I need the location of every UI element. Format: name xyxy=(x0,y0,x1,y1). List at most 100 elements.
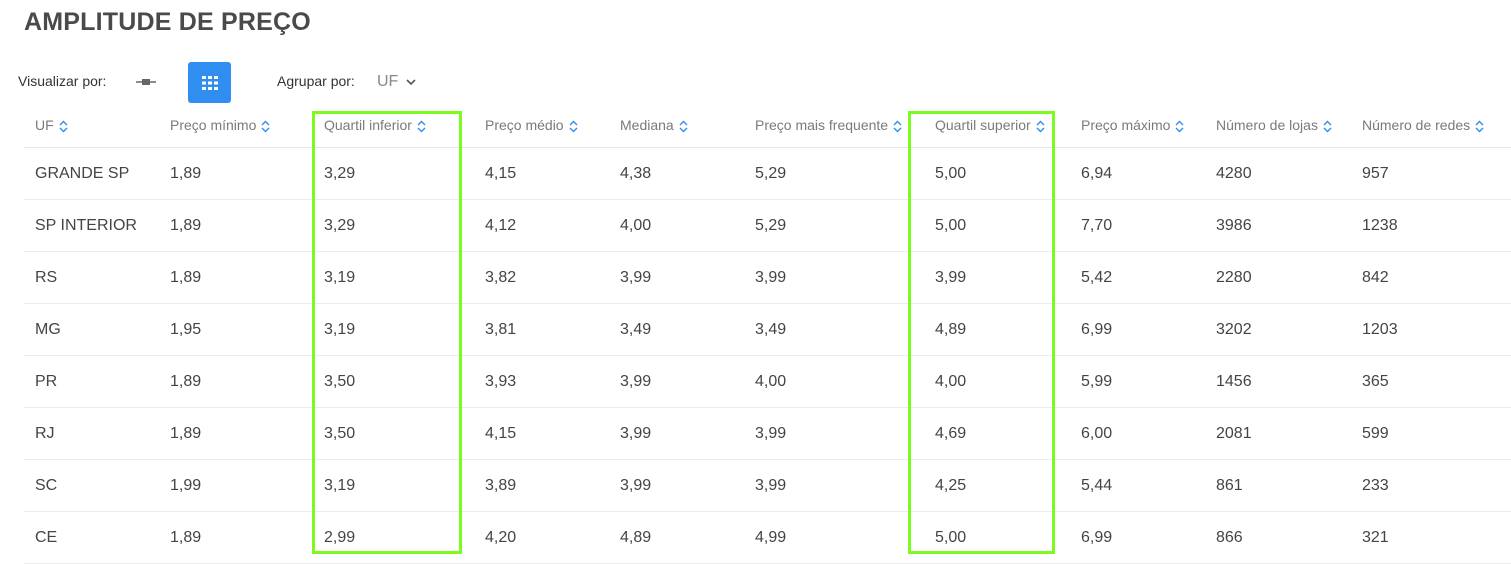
table-row: GRANDE SP 1,89 3,29 4,15 4,38 5,29 5,00 6,94 428… xyxy=(24,147,1511,200)
table-cell: 3,99 xyxy=(744,251,924,304)
sort-icon[interactable] xyxy=(1036,120,1045,133)
table-cell: 4,20 xyxy=(474,511,609,564)
group-by-select[interactable]: UF xyxy=(377,71,416,93)
grid-view-icon xyxy=(201,75,218,90)
column-header[interactable]: Preço médio xyxy=(474,103,609,148)
table-cell: 4,15 xyxy=(474,407,609,460)
table-cell: 4,15 xyxy=(474,147,609,200)
table-cell: 842 xyxy=(1351,251,1511,304)
table-cell: 1,89 xyxy=(159,511,313,564)
table-cell: 861 xyxy=(1205,459,1351,512)
sort-icon[interactable] xyxy=(1475,120,1484,133)
table-cell: 3,29 xyxy=(313,147,474,200)
table-cell: 7,70 xyxy=(1070,199,1205,252)
table-cell: 1,99 xyxy=(159,459,313,512)
column-header[interactable]: Mediana xyxy=(609,103,744,148)
table-cell: 4,12 xyxy=(474,199,609,252)
table-row: SC 1,99 3,19 3,89 3,99 3,99 4,25 5,44 861 233 xyxy=(24,459,1511,512)
table-cell: 3,93 xyxy=(474,355,609,408)
table-row: RS 1,89 3,19 3,82 3,99 3,99 3,99 5,42 2280 842 xyxy=(24,251,1511,304)
group-by-label: Agrupar por: xyxy=(277,73,355,89)
sort-icon[interactable] xyxy=(679,120,688,133)
table-cell: 3,50 xyxy=(313,355,474,408)
table-cell: 599 xyxy=(1351,407,1511,460)
table-cell: 5,00 xyxy=(924,147,1070,200)
column-header-label: Quartil inferior xyxy=(324,117,412,133)
table-row: MG 1,95 3,19 3,81 3,49 3,49 4,89 6,99 3202 1203 xyxy=(24,303,1511,356)
table-row: CE 1,89 2,99 4,20 4,89 4,99 5,00 6,99 866 321 xyxy=(24,511,1511,564)
table-cell: 3,99 xyxy=(609,459,744,512)
sort-icon[interactable] xyxy=(261,120,270,133)
table-cell: RS xyxy=(24,251,159,304)
chart-view-button[interactable] xyxy=(132,70,160,94)
table-cell: 2,99 xyxy=(313,511,474,564)
column-header[interactable]: Número de redes xyxy=(1351,103,1511,148)
sort-icon[interactable] xyxy=(1323,120,1332,133)
column-header-label: Preço médio xyxy=(485,117,564,133)
sort-icon[interactable] xyxy=(417,120,426,133)
column-header[interactable]: Preço máximo xyxy=(1070,103,1205,148)
table-cell: 4,00 xyxy=(609,199,744,252)
table-cell: 4,00 xyxy=(924,355,1070,408)
column-header[interactable]: Quartil inferior xyxy=(313,103,474,148)
table-body: GRANDE SP 1,89 3,29 4,15 4,38 5,29 5,00 6,94 428… xyxy=(24,147,1511,564)
table-cell: 6,00 xyxy=(1070,407,1205,460)
table-header-row: UF Preço mínimo Quartil inferior Preço médi… xyxy=(24,103,1511,148)
column-header[interactable]: Quartil superior xyxy=(924,103,1070,148)
table-cell: 6,99 xyxy=(1070,303,1205,356)
sort-icon[interactable] xyxy=(569,120,578,133)
table-cell: 365 xyxy=(1351,355,1511,408)
table-cell: 4,89 xyxy=(609,511,744,564)
table-cell: 4,89 xyxy=(924,303,1070,356)
column-header-label: Preço máximo xyxy=(1081,117,1171,133)
table-cell: 957 xyxy=(1351,147,1511,200)
table-cell: 2081 xyxy=(1205,407,1351,460)
table-cell: SP INTERIOR xyxy=(24,199,159,252)
table-row: SP INTERIOR 1,89 3,29 4,12 4,00 5,29 5,00 7,70 3… xyxy=(24,199,1511,252)
table-cell: 1,89 xyxy=(159,407,313,460)
table-cell: 866 xyxy=(1205,511,1351,564)
table-cell: 1456 xyxy=(1205,355,1351,408)
table-cell: 1,95 xyxy=(159,303,313,356)
table-cell: 3,49 xyxy=(609,303,744,356)
table-cell: 3,29 xyxy=(313,199,474,252)
table-cell: MG xyxy=(24,303,159,356)
table-row: RJ 1,89 3,50 4,15 3,99 3,99 4,69 6,00 2081 599 xyxy=(24,407,1511,460)
table-cell: 4,38 xyxy=(609,147,744,200)
sort-icon[interactable] xyxy=(1175,120,1184,133)
table-cell: CE xyxy=(24,511,159,564)
table-cell: 3,99 xyxy=(744,459,924,512)
page-title: AMPLITUDE DE PREÇO xyxy=(24,8,311,36)
table-cell: SC xyxy=(24,459,159,512)
table-cell: RJ xyxy=(24,407,159,460)
table-cell: 5,29 xyxy=(744,199,924,252)
column-header[interactable]: UF xyxy=(24,103,159,148)
column-header[interactable]: Preço mais frequente xyxy=(744,103,924,148)
grid-view-button[interactable] xyxy=(188,62,231,103)
group-by-value: UF xyxy=(377,73,399,90)
column-header-label: Número de redes xyxy=(1362,117,1471,133)
table-cell: 3,81 xyxy=(474,303,609,356)
table-cell: 233 xyxy=(1351,459,1511,512)
column-header[interactable]: Preço mínimo xyxy=(159,103,313,148)
table-cell: 1,89 xyxy=(159,355,313,408)
table-cell: 3,50 xyxy=(313,407,474,460)
chart-view-icon xyxy=(136,79,156,85)
table-cell: 3,19 xyxy=(313,459,474,512)
column-header-label: Mediana xyxy=(620,117,674,133)
table-cell: GRANDE SP xyxy=(24,147,159,200)
table-cell: 1238 xyxy=(1351,199,1511,252)
table-cell: 4,69 xyxy=(924,407,1070,460)
sort-icon[interactable] xyxy=(59,120,68,133)
column-header-label: Preço mais frequente xyxy=(755,117,889,133)
table-cell: 3,49 xyxy=(744,303,924,356)
view-by-label: Visualizar por: xyxy=(18,73,107,89)
sort-icon[interactable] xyxy=(893,120,902,133)
column-header[interactable]: Número de lojas xyxy=(1205,103,1351,148)
toolbar: Visualizar por: Agrupar por: UF xyxy=(0,62,1511,103)
table-cell: 5,42 xyxy=(1070,251,1205,304)
table-cell: 1,89 xyxy=(159,147,313,200)
table-cell: 3,99 xyxy=(609,251,744,304)
table-cell: 3,82 xyxy=(474,251,609,304)
table-cell: 6,99 xyxy=(1070,511,1205,564)
